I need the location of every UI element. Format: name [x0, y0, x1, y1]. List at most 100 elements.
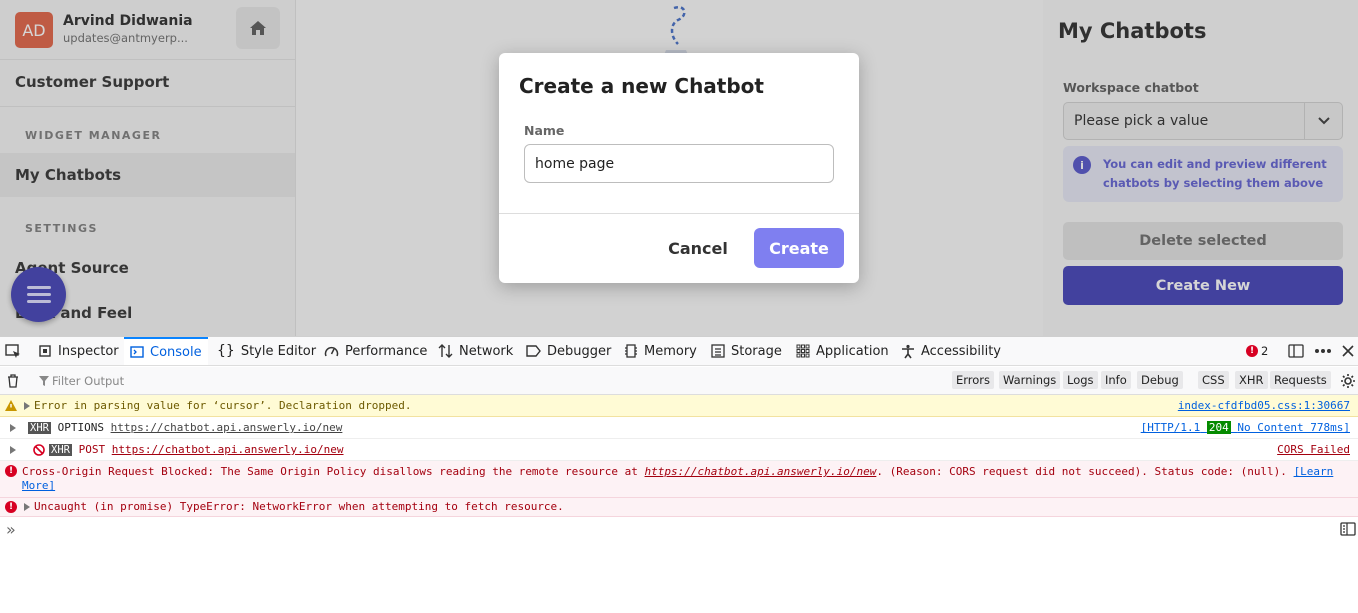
filter-output-input[interactable]: Filter Output — [52, 374, 124, 388]
xhr-badge: XHR — [49, 444, 72, 456]
filter-css-button[interactable]: CSS — [1198, 371, 1229, 389]
picker-icon — [5, 344, 20, 358]
dock-button[interactable] — [1288, 337, 1310, 365]
tab-label: Debugger — [547, 343, 612, 359]
tab-accessibility[interactable]: Accessibility — [901, 337, 1001, 365]
http-version: [HTTP/1.1 — [1140, 421, 1201, 434]
tab-performance[interactable]: Performance — [324, 337, 427, 365]
divider — [499, 213, 859, 214]
inspector-icon — [39, 345, 51, 357]
tab-label: Console — [150, 344, 202, 360]
filter-xhr-button[interactable]: XHR — [1235, 371, 1268, 389]
cors-error-message: Cross-Origin Request Blocked: The Same O… — [22, 465, 1333, 478]
request-url-link[interactable]: https://chatbot.api.answerly.io/new — [111, 421, 343, 434]
request-method: OPTIONS — [57, 421, 104, 434]
console-icon — [130, 346, 144, 358]
status-badge: 204 — [1206, 421, 1231, 434]
cors-url-link[interactable]: https://chatbot.api.answerly.io/new — [645, 465, 877, 478]
request-url-link[interactable]: https://chatbot.api.answerly.io/new — [112, 443, 344, 456]
request-method: POST — [78, 443, 106, 456]
create-button[interactable]: Create — [754, 228, 844, 268]
cors-text-suffix: . (Reason: CORS request did not succeed)… — [876, 465, 1294, 478]
http-status-link[interactable]: [HTTP/1.1 204 No Content 778ms] — [1141, 421, 1350, 434]
console-input-row[interactable]: » — [0, 520, 1358, 540]
braces-icon: {} — [217, 343, 235, 359]
tab-network[interactable]: Network — [438, 337, 513, 365]
expand-arrow-icon[interactable] — [24, 503, 30, 511]
tab-label: Accessibility — [921, 343, 1001, 359]
split-console-icon[interactable] — [1340, 522, 1356, 536]
chatbot-name-input[interactable] — [524, 144, 834, 183]
filter-info-button[interactable]: Info — [1101, 371, 1131, 389]
cors-text-prefix: Cross-Origin Request Blocked: The Same O… — [22, 465, 645, 478]
learn-more-link[interactable]: [Learn — [1294, 465, 1334, 478]
xhr-badge: XHR — [28, 422, 51, 434]
trash-icon[interactable] — [7, 374, 19, 388]
settings-gear-icon[interactable] — [1340, 373, 1356, 389]
memory-icon — [625, 344, 637, 358]
expand-arrow-icon[interactable] — [10, 446, 16, 454]
storage-icon — [711, 344, 725, 358]
tab-console[interactable]: Console — [124, 337, 208, 365]
create-chatbot-modal: Create a new Chatbot Name Cancel Create — [499, 53, 859, 283]
tab-label: Inspector — [58, 343, 119, 359]
tab-memory[interactable]: Memory — [624, 337, 697, 365]
prompt-chevron-icon: » — [6, 520, 16, 539]
tab-label: Storage — [731, 343, 782, 359]
devtools-tabbar: Inspector Console {} Style Editor Perfor… — [0, 337, 1358, 366]
console-xhr-post-row[interactable]: XHR POST https://chatbot.api.answerly.io… — [0, 439, 1358, 461]
tab-label: Network — [459, 343, 514, 359]
expand-arrow-icon[interactable] — [24, 402, 30, 410]
dock-icon — [1288, 344, 1304, 358]
warning-icon — [5, 400, 17, 411]
status-text: No Content 778ms] — [1237, 421, 1350, 434]
tab-application[interactable]: Application — [796, 337, 889, 365]
tab-inspector[interactable]: Inspector — [38, 337, 119, 365]
gauge-icon — [324, 346, 339, 357]
expand-arrow-icon[interactable] — [10, 424, 16, 432]
tab-label: Performance — [345, 343, 428, 359]
grid-icon — [796, 344, 810, 358]
tab-label: Style Editor — [240, 343, 317, 359]
name-label: Name — [524, 123, 565, 138]
devtools-panel: Inspector Console {} Style Editor Perfor… — [0, 336, 1358, 613]
error-icon: ! — [5, 501, 17, 513]
tab-label: Application — [816, 343, 889, 359]
modal-title: Create a new Chatbot — [519, 74, 764, 98]
debugger-icon — [526, 345, 541, 357]
filter-errors-button[interactable]: Errors — [952, 371, 995, 389]
console-filter-bar: Filter Output Errors Warnings Logs Info … — [0, 367, 1358, 395]
xhr-post-line: XHR POST https://chatbot.api.answerly.io… — [49, 443, 344, 456]
tab-debugger[interactable]: Debugger — [526, 337, 611, 365]
cancel-button[interactable]: Cancel — [662, 228, 734, 268]
xhr-options-line: XHR OPTIONS https://chatbot.api.answerly… — [28, 421, 342, 434]
warning-source-link[interactable]: index-cfdfbd05.css:1:30667 — [1178, 399, 1350, 412]
console-warning-row[interactable]: Error in parsing value for ‘cursor’. Dec… — [0, 395, 1358, 417]
uncaught-error-message: Uncaught (in promise) TypeError: Network… — [34, 500, 564, 513]
tab-label: Memory — [644, 343, 697, 359]
learn-more-link-continued[interactable]: More] — [22, 479, 55, 492]
filter-icon — [39, 376, 49, 386]
blocked-icon — [33, 444, 45, 456]
console-uncaught-error-row[interactable]: ! Uncaught (in promise) TypeError: Netwo… — [0, 498, 1358, 517]
tab-storage[interactable]: Storage — [711, 337, 782, 365]
element-picker-button[interactable] — [5, 337, 27, 365]
console-cors-error-row[interactable]: ! Cross-Origin Request Blocked: The Same… — [0, 461, 1358, 498]
console-xhr-options-row[interactable]: XHR OPTIONS https://chatbot.api.answerly… — [0, 417, 1358, 439]
filter-requests-button[interactable]: Requests — [1270, 371, 1331, 389]
more-options-button[interactable] — [1314, 337, 1338, 365]
cors-failed-link[interactable]: CORS Failed — [1277, 443, 1350, 456]
filter-debug-button[interactable]: Debug — [1137, 371, 1183, 389]
close-devtools-button[interactable] — [1342, 337, 1358, 365]
ellipsis-icon — [1315, 349, 1331, 353]
error-icon: ! — [5, 465, 17, 477]
error-count[interactable]: ! 2 — [1246, 337, 1268, 365]
filter-warnings-button[interactable]: Warnings — [999, 371, 1061, 389]
accessibility-icon — [902, 344, 914, 358]
tab-style-editor[interactable]: {} Style Editor — [217, 337, 316, 365]
arrows-icon — [438, 344, 453, 358]
close-icon — [1342, 345, 1354, 357]
filter-logs-button[interactable]: Logs — [1063, 371, 1098, 389]
error-count-label: 2 — [1261, 344, 1269, 358]
app-window: AD Arvind Didwania updates@antmyerp... C… — [0, 0, 1358, 336]
